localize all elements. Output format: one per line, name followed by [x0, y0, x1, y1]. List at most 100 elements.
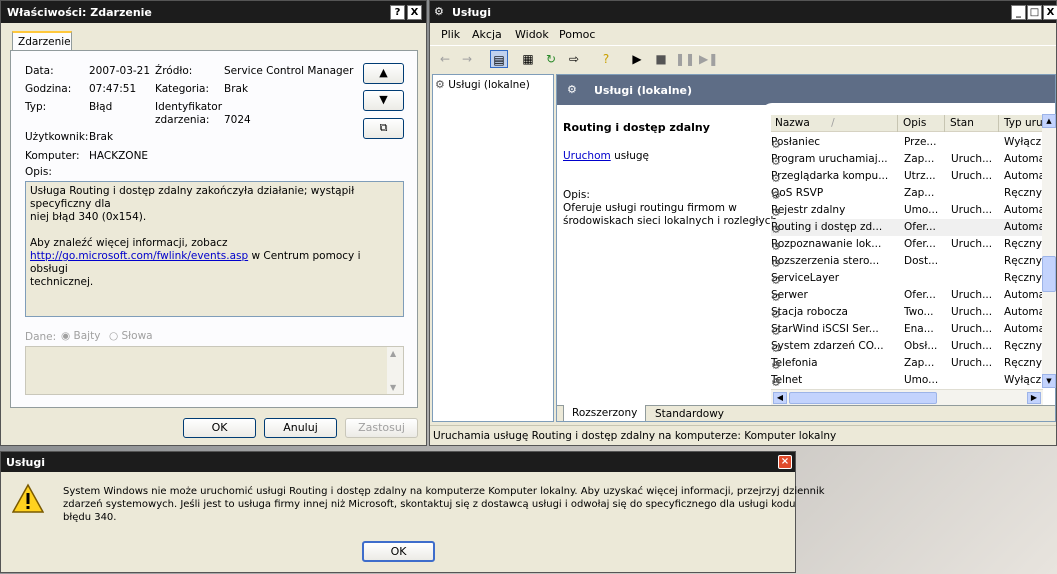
vertical-scroll-thumb[interactable]	[1042, 256, 1056, 292]
cell-text: Uruch...	[951, 238, 993, 250]
export-icon[interactable]: ⇨	[565, 50, 583, 68]
menu-help[interactable]: Pomoc	[559, 28, 595, 41]
cell-text: Automa	[1004, 204, 1046, 216]
user-label: Użytkownik:	[25, 131, 89, 143]
cell-text: Umo...	[904, 374, 939, 386]
cell-text: Przeglądarka kompu...	[771, 170, 889, 182]
scroll-down-arrow-icon[interactable]: ▼	[1042, 374, 1056, 388]
table-row[interactable]: ⚙ Serwer Ofer... Uruch... Automa	[771, 287, 1055, 304]
events-link[interactable]: http://go.microsoft.com/fwlink/events.as…	[30, 250, 248, 262]
tab-event[interactable]: Zdarzenie	[12, 31, 72, 51]
description-line-3: Aby znaleźć więcej informacji, zobacz	[30, 237, 228, 249]
restart-icon[interactable]: ▶❚	[699, 50, 718, 68]
service-name-cell: ⚙ Telnet	[771, 374, 898, 386]
radio-selected-icon: ◉	[61, 330, 71, 342]
table-row[interactable]: ⚙ Stacja robocza Two... Uruch... Automa	[771, 304, 1055, 321]
service-name-cell: ⚙ Rozszerzenia stero...	[771, 255, 898, 267]
service-description-cell: Two...	[904, 306, 946, 318]
tree-item-local-services[interactable]: ⚙ Usługi (lokalne)	[435, 78, 530, 91]
description-box[interactable]: Usługa Routing i dostęp zdalny zakończył…	[25, 181, 404, 317]
minimize-button[interactable]: _	[1011, 5, 1026, 20]
type-value: Błąd	[89, 101, 113, 113]
show-tree-icon[interactable]: ▤	[490, 50, 508, 68]
service-gear-icon: ⚙	[771, 257, 781, 267]
data-scrollbar[interactable]: ▲ ▼	[387, 347, 403, 394]
data-box[interactable]: ▲ ▼	[25, 346, 404, 395]
cell-text: Uruch...	[951, 289, 993, 301]
list-header: Nazwa / Opis Stan Typ uru	[771, 115, 1055, 132]
table-row[interactable]: ⚙ Przeglądarka kompu... Utrz... Uruch... Aut…	[771, 168, 1055, 185]
scroll-thumb[interactable]	[789, 392, 937, 404]
refresh-icon[interactable]: ↻	[542, 50, 560, 68]
service-gear-icon: ⚙	[771, 376, 781, 386]
services-close-button[interactable]: X	[1043, 5, 1057, 20]
service-description-cell: Zap...	[904, 153, 946, 165]
service-desc-text-1: Oferuje usługi routingu firmom w	[563, 202, 737, 214]
start-service-link[interactable]: Uruchom	[563, 150, 611, 162]
table-row[interactable]: ⚙ Routing i dostęp zd... Ofer... Automa	[771, 219, 1055, 236]
cell-text: Uruch...	[951, 340, 993, 352]
column-description[interactable]: Opis	[899, 115, 945, 132]
maximize-button[interactable]: □	[1027, 5, 1042, 20]
pause-icon[interactable]: ❚❚	[675, 50, 695, 68]
alert-close-button[interactable]: ×	[778, 455, 792, 469]
dialog-titlebar[interactable]: Właściwości: Zdarzenie ? X	[1, 1, 426, 23]
alert-message-line-3: błędu 340.	[63, 512, 117, 523]
stop-icon[interactable]: ■	[652, 50, 670, 68]
scroll-up-arrow-icon[interactable]: ▲	[1042, 114, 1056, 128]
menu-file[interactable]: Plik	[441, 28, 460, 41]
table-row[interactable]: ⚙ Posłaniec Prze... Wyłącz	[771, 134, 1055, 151]
source-value: Service Control Manager	[224, 65, 354, 77]
header-curve	[762, 103, 1055, 115]
scroll-left-icon[interactable]: ◀	[773, 392, 787, 404]
table-row[interactable]: ⚙ System zdarzeń CO... Obsł... Uruch... Ręcz…	[771, 338, 1055, 355]
table-row[interactable]: ⚙ Rejestr zdalny Umo... Uruch... Automa	[771, 202, 1055, 219]
ok-button[interactable]: OK	[183, 418, 256, 438]
service-gear-icon: ⚙	[771, 189, 781, 199]
vertical-scrollbar[interactable]: ▲ ▼	[1042, 114, 1056, 388]
event-properties-dialog: Właściwości: Zdarzenie ? X Zdarzenie Dat…	[0, 0, 427, 446]
alert-ok-button[interactable]: OK	[362, 541, 435, 562]
scroll-down-icon[interactable]: ▼	[390, 383, 396, 392]
horizontal-scrollbar[interactable]: ◀ ▶	[771, 389, 1043, 405]
close-button[interactable]: X	[407, 5, 422, 20]
table-row[interactable]: ⚙ Telnet Umo... Wyłącz	[771, 372, 1055, 389]
table-row[interactable]: ⚙ Telefonia Zap... Uruch... Ręczny	[771, 355, 1055, 372]
service-state-cell: Uruch...	[951, 306, 999, 318]
previous-event-button[interactable]: ▲	[363, 63, 404, 84]
radio-words[interactable]: ○ Słowa	[109, 330, 153, 342]
table-row[interactable]: ⚙ QoS RSVP Zap... Ręczny	[771, 185, 1055, 202]
column-state[interactable]: Stan	[946, 115, 999, 132]
menu-view[interactable]: Widok	[515, 28, 549, 41]
table-row[interactable]: ⚙ ServiceLayer Ręczny	[771, 270, 1055, 287]
column-name[interactable]: Nazwa /	[771, 115, 898, 132]
table-row[interactable]: ⚙ Program uruchamiaj... Zap... Uruch... Auto…	[771, 151, 1055, 168]
play-icon[interactable]: ▶	[628, 50, 646, 68]
tab-extended[interactable]: Rozszerzony	[563, 405, 647, 421]
forward-icon[interactable]: →	[458, 50, 476, 68]
table-row[interactable]: ⚙ Rozpoznawanie lok... Ofer... Uruch... Ręcz…	[771, 236, 1055, 253]
apply-button[interactable]: Zastosuj	[345, 418, 418, 438]
service-name-cell: ⚙ StarWind iSCSI Ser...	[771, 323, 898, 335]
tab-standard[interactable]: Standardowy	[647, 406, 732, 421]
back-icon[interactable]: ←	[436, 50, 454, 68]
services-titlebar[interactable]: ⚙ Usługi _ □ X	[430, 1, 1057, 23]
date-label: Data:	[25, 65, 54, 77]
help-icon[interactable]: ?	[597, 50, 615, 68]
table-row[interactable]: ⚙ Rozszerzenia stero... Dost... Ręczny	[771, 253, 1055, 270]
table-row[interactable]: ⚙ StarWind iSCSI Ser... Ena... Uruch... Auto…	[771, 321, 1055, 338]
cell-text: Uruch...	[951, 323, 993, 335]
copy-button[interactable]: ⧉	[363, 118, 404, 139]
menu-action[interactable]: Akcja	[472, 28, 502, 41]
time-value: 07:47:51	[89, 83, 137, 95]
properties-icon[interactable]: ▦	[519, 50, 537, 68]
alert-titlebar[interactable]: Usługi ×	[1, 452, 795, 472]
service-desc-text-2: środowiskach sieci lokalnych i rozległyc…	[563, 215, 781, 227]
cancel-button[interactable]: Anuluj	[264, 418, 337, 438]
next-event-button[interactable]: ▼	[363, 90, 404, 111]
radio-bytes[interactable]: ◉ Bajty	[61, 330, 100, 342]
service-state-cell: Uruch...	[951, 204, 999, 216]
help-button[interactable]: ?	[390, 5, 405, 20]
scroll-right-icon[interactable]: ▶	[1027, 392, 1041, 404]
scroll-up-icon[interactable]: ▲	[390, 349, 396, 358]
